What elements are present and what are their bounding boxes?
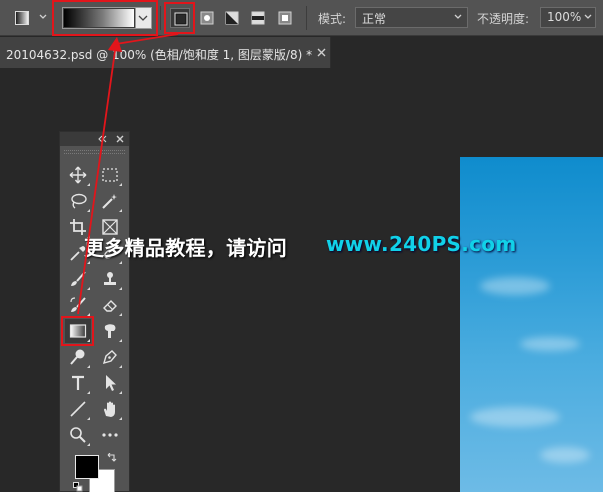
- brush-icon: [71, 271, 86, 286]
- swap-colors-icon[interactable]: [106, 453, 117, 464]
- magic-wand-tool[interactable]: [97, 189, 123, 213]
- dodge-tool[interactable]: [65, 345, 91, 369]
- dodge-icon: [70, 349, 85, 365]
- mode-label: 模式:: [318, 12, 347, 26]
- pen-icon: [102, 350, 117, 365]
- smudge-icon: [104, 324, 116, 338]
- chevron-down-icon: [584, 14, 592, 19]
- lasso-icon: [71, 193, 87, 209]
- zoom-icon: [70, 427, 86, 443]
- angle-gradient-button[interactable]: [222, 8, 242, 28]
- reflected-gradient-icon: [251, 11, 265, 25]
- collapse-icon[interactable]: [98, 135, 107, 143]
- watermark-text: 更多精品教程，请访问: [84, 236, 287, 260]
- mode-value: 正常: [362, 12, 387, 26]
- gradient-dropdown-button[interactable]: [135, 8, 151, 28]
- linear-gradient-button[interactable]: [170, 8, 190, 28]
- divider: [306, 6, 307, 30]
- cloud: [480, 277, 550, 295]
- opacity-label: 不透明度:: [477, 12, 530, 26]
- opacity-field[interactable]: 100%: [540, 7, 596, 28]
- stamp-icon: [104, 272, 116, 285]
- type-tool[interactable]: [65, 371, 91, 395]
- options-bar: 模式: 正常 不透明度: 100%: [0, 0, 603, 36]
- move-tool[interactable]: [65, 163, 91, 187]
- magic-wand-icon: [102, 194, 117, 209]
- reflected-gradient-button[interactable]: [248, 8, 268, 28]
- path-select-tool[interactable]: [97, 371, 123, 395]
- brush-tool[interactable]: [65, 267, 91, 291]
- document-tab-bar: 20104632.psd @ 100% (色相/饱和度 1, 图层蒙版/8) *: [0, 37, 603, 68]
- line-tool[interactable]: [65, 397, 91, 421]
- marquee-tool[interactable]: [97, 163, 123, 187]
- gradient-picker[interactable]: [62, 7, 152, 29]
- smudge-tool[interactable]: [97, 319, 123, 343]
- default-colors-icon[interactable]: [73, 482, 83, 492]
- toolbox-grip[interactable]: [64, 150, 125, 154]
- gradient-preview: [64, 9, 134, 27]
- move-icon: [69, 166, 87, 184]
- angle-gradient-icon: [225, 11, 239, 25]
- toolbox-panel: [59, 131, 130, 492]
- arrow-cursor-icon: [106, 375, 116, 391]
- history-brush-icon: [70, 297, 86, 312]
- cloud: [540, 447, 590, 463]
- hand-tool[interactable]: [97, 397, 123, 421]
- tool-preset-picker[interactable]: [13, 9, 31, 27]
- radial-gradient-button[interactable]: [197, 8, 217, 28]
- chevron-down-icon: [138, 15, 148, 21]
- history-brush-tool[interactable]: [65, 293, 91, 317]
- toolbox-header[interactable]: [60, 132, 129, 146]
- more-tools[interactable]: [97, 423, 123, 447]
- document-canvas-image[interactable]: [460, 157, 603, 492]
- gradient-tool-highlight: [61, 316, 94, 346]
- lasso-tool[interactable]: [65, 189, 91, 213]
- type-icon: [72, 375, 84, 390]
- rect-marquee-icon: [102, 168, 118, 182]
- document-tab[interactable]: 20104632.psd @ 100% (色相/饱和度 1, 图层蒙版/8) *: [0, 37, 331, 68]
- eraser-icon: [103, 300, 117, 312]
- zoom-tool[interactable]: [65, 423, 91, 447]
- diamond-gradient-icon: [278, 11, 292, 25]
- diamond-gradient-button[interactable]: [275, 8, 295, 28]
- stamp-tool[interactable]: [97, 267, 123, 291]
- ellipsis-icon: [102, 433, 118, 437]
- foreground-color-swatch[interactable]: [75, 455, 99, 479]
- chevron-down-icon[interactable]: [38, 12, 48, 22]
- watermark-url: www.240PS.com: [326, 232, 517, 256]
- pen-tool[interactable]: [97, 345, 123, 369]
- eraser-tool[interactable]: [97, 293, 123, 317]
- radial-gradient-icon: [200, 11, 214, 25]
- close-icon[interactable]: [316, 47, 327, 58]
- document-tab-title: 20104632.psd @ 100% (色相/饱和度 1, 图层蒙版/8) *: [6, 48, 313, 62]
- opacity-value: 100%: [547, 10, 582, 24]
- divider: [160, 6, 161, 30]
- gradient-preset-icon: [15, 11, 29, 25]
- cloud: [470, 407, 560, 427]
- close-icon[interactable]: [116, 135, 124, 143]
- chevron-down-icon: [454, 14, 462, 19]
- linear-gradient-icon: [174, 12, 188, 26]
- cloud: [520, 337, 580, 351]
- mode-select[interactable]: 正常: [355, 7, 468, 28]
- line-icon: [70, 401, 86, 417]
- hand-icon: [104, 401, 115, 417]
